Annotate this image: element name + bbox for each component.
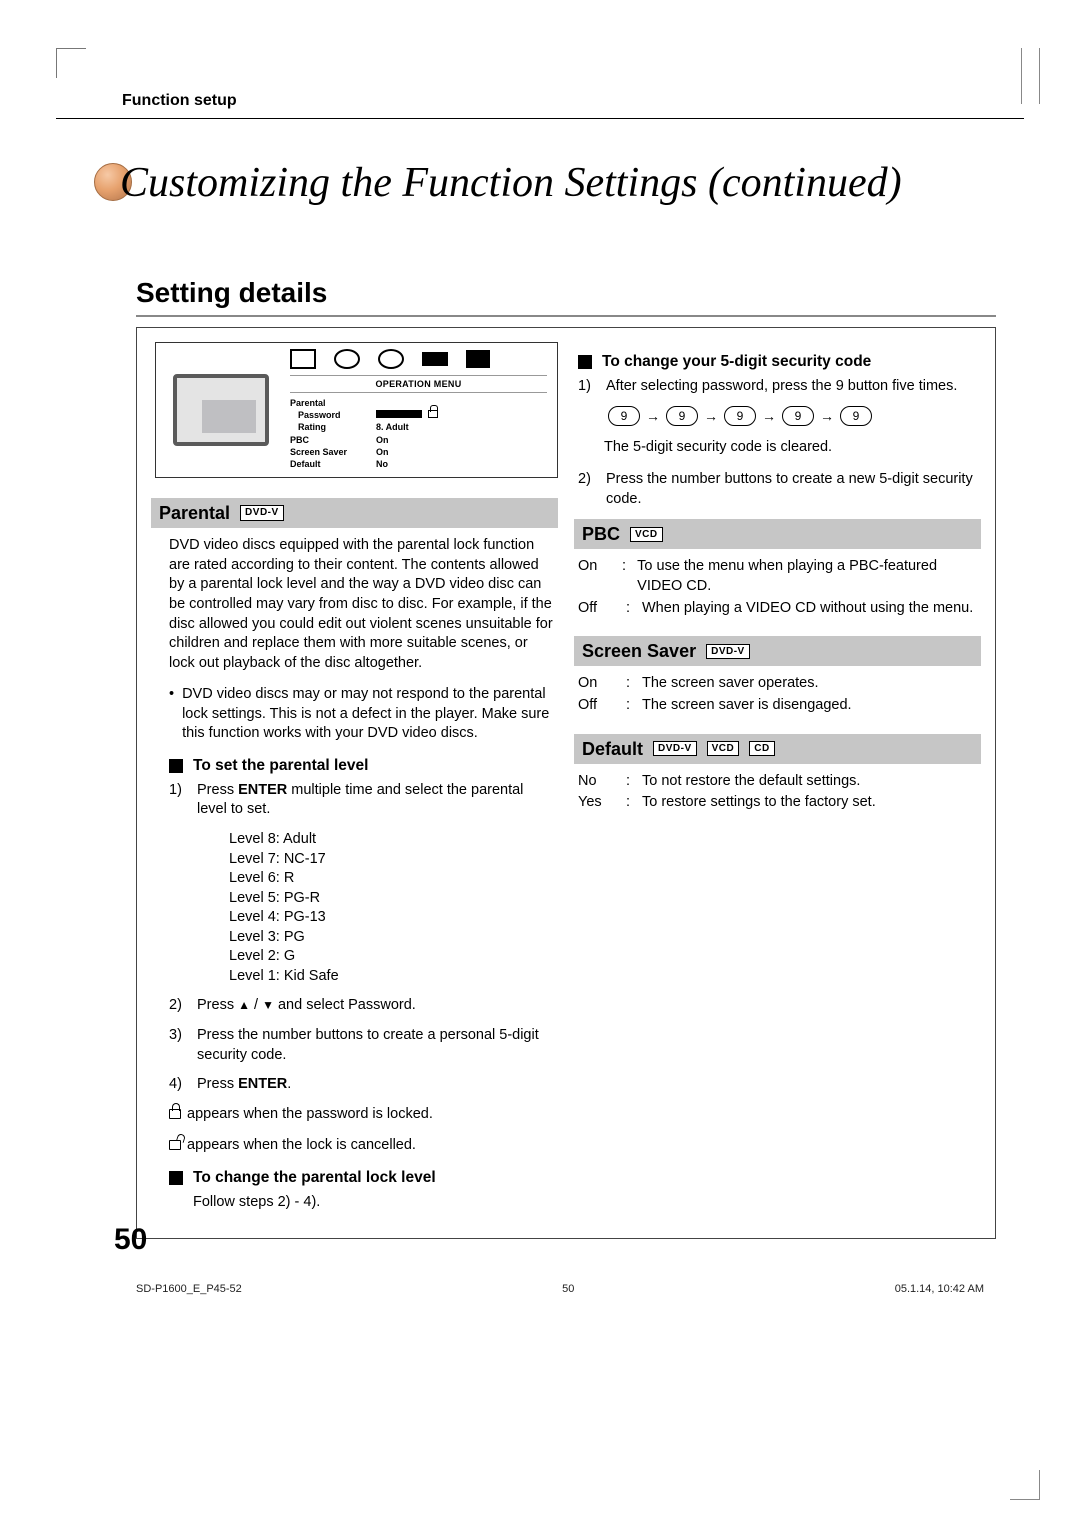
lock-icon — [428, 410, 438, 418]
up-arrow-icon: ▲ — [238, 998, 250, 1012]
lock-locked-note: appears when the password is locked. — [169, 1105, 554, 1125]
arrow-right-icon: → — [762, 407, 776, 426]
default-heading-text: Default — [582, 737, 643, 761]
vcd-chip: VCD — [707, 741, 740, 757]
key-9: 9 — [840, 406, 872, 426]
arrow-right-icon: → — [646, 407, 660, 426]
section-label: Function setup — [122, 92, 1024, 118]
osd-tv-illustration — [156, 343, 286, 477]
step-3: 3) Press the number buttons to create a … — [169, 1026, 554, 1065]
square-bullet-icon — [169, 759, 183, 773]
page-title: Customizing the Function Settings (conti… — [120, 159, 1024, 207]
footer-timestamp: 05.1.14, 10:42 AM — [895, 1283, 984, 1295]
osd-menu-title: OPERATION MENU — [290, 375, 547, 393]
dvdv-chip: DVD-V — [706, 644, 750, 660]
left-column: OPERATION MENU Parental Password Rating8… — [151, 342, 558, 1224]
osd-screenshot: OPERATION MENU Parental Password Rating8… — [155, 342, 558, 478]
page-body: Function setup Customizing the Function … — [56, 48, 1024, 1239]
locked-icon — [169, 1109, 181, 1119]
security-step-1: 1)After selecting password, press the 9 … — [578, 377, 977, 397]
header-rule — [56, 118, 1024, 119]
pbc-heading: PBC VCD — [574, 519, 981, 549]
security-cleared: The 5-digit security code is cleared. — [604, 438, 977, 458]
pbc-off: Off:When playing a VIDEO CD without usin… — [578, 599, 977, 619]
key-9: 9 — [666, 406, 698, 426]
osd-tab-icons — [290, 349, 547, 369]
disc-icon — [334, 349, 360, 369]
key-9: 9 — [608, 406, 640, 426]
bullet-icon — [169, 685, 174, 744]
step-2: 2) Press ▲ / ▼ and select Password. — [169, 996, 554, 1016]
lock-open-note: appears when the lock is cancelled. — [169, 1136, 554, 1156]
change-security-heading: To change your 5-digit security code — [578, 352, 981, 373]
change-lock-heading: To change the parental lock level — [169, 1168, 558, 1189]
target-icon — [378, 349, 404, 369]
content-panel: OPERATION MENU Parental Password Rating8… — [136, 327, 996, 1239]
square-bullet-icon — [169, 1171, 183, 1185]
change-lock-text: Follow steps 2) - 4). — [193, 1193, 554, 1213]
pbc-on: On:To use the menu when playing a PBC-fe… — [578, 557, 977, 596]
arrow-right-icon: → — [704, 407, 718, 426]
parental-description: DVD video discs equipped with the parent… — [169, 536, 554, 673]
parental-heading: Parental DVD-V — [151, 498, 558, 528]
subheading: Setting details — [136, 277, 1024, 309]
default-no: No:To not restore the default settings. — [578, 772, 977, 792]
page-number: 50 — [114, 1223, 147, 1257]
ss-on: On:The screen saver operates. — [578, 674, 977, 694]
right-column: To change your 5-digit security code 1)A… — [574, 342, 981, 1224]
screensaver-heading-text: Screen Saver — [582, 639, 696, 663]
dvdv-chip: DVD-V — [240, 505, 284, 521]
ss-off: Off:The screen saver is disengaged. — [578, 696, 977, 716]
footer: SD-P1600_E_P45-52 50 05.1.14, 10:42 AM — [136, 1283, 984, 1295]
key-9: 9 — [782, 406, 814, 426]
crop-mark-br — [1010, 1470, 1040, 1500]
operation-icon — [466, 350, 490, 368]
security-step-2: 2)Press the number buttons to create a n… — [578, 470, 977, 509]
arrow-right-icon: → — [820, 407, 834, 426]
pbc-heading-text: PBC — [582, 522, 620, 546]
default-yes: Yes:To restore settings to the factory s… — [578, 793, 977, 813]
osd-menu-table: Parental Password Rating8. Adult PBCOn S… — [290, 397, 547, 470]
display-icon — [422, 352, 448, 366]
screensaver-heading: Screen Saver DVD-V — [574, 636, 981, 666]
dvdv-chip: DVD-V — [653, 741, 697, 757]
vcd-chip: VCD — [630, 527, 663, 543]
footer-file: SD-P1600_E_P45-52 — [136, 1283, 242, 1295]
unlocked-icon — [169, 1140, 181, 1150]
step-1: 1) Press ENTER multiple time and select … — [169, 781, 554, 820]
title-text: Customizing the Function Settings (conti… — [120, 160, 902, 206]
parental-levels: Level 8: Adult Level 7: NC-17 Level 6: R… — [229, 830, 554, 987]
parental-note: DVD video discs may or may not respond t… — [169, 685, 554, 744]
square-bullet-icon — [578, 355, 592, 369]
cd-chip: CD — [749, 741, 774, 757]
subheading-rule — [136, 315, 996, 317]
down-arrow-icon: ▼ — [262, 998, 274, 1012]
step-4: 4) Press ENTER. — [169, 1075, 554, 1095]
footer-page: 50 — [562, 1283, 574, 1295]
language-icon — [290, 349, 316, 369]
key-sequence: 9 → 9 → 9 → 9 → 9 — [608, 406, 981, 426]
default-heading: Default DVD-V VCD CD — [574, 734, 981, 764]
key-9: 9 — [724, 406, 756, 426]
set-parental-heading: To set the parental level — [169, 756, 558, 777]
parental-heading-text: Parental — [159, 501, 230, 525]
